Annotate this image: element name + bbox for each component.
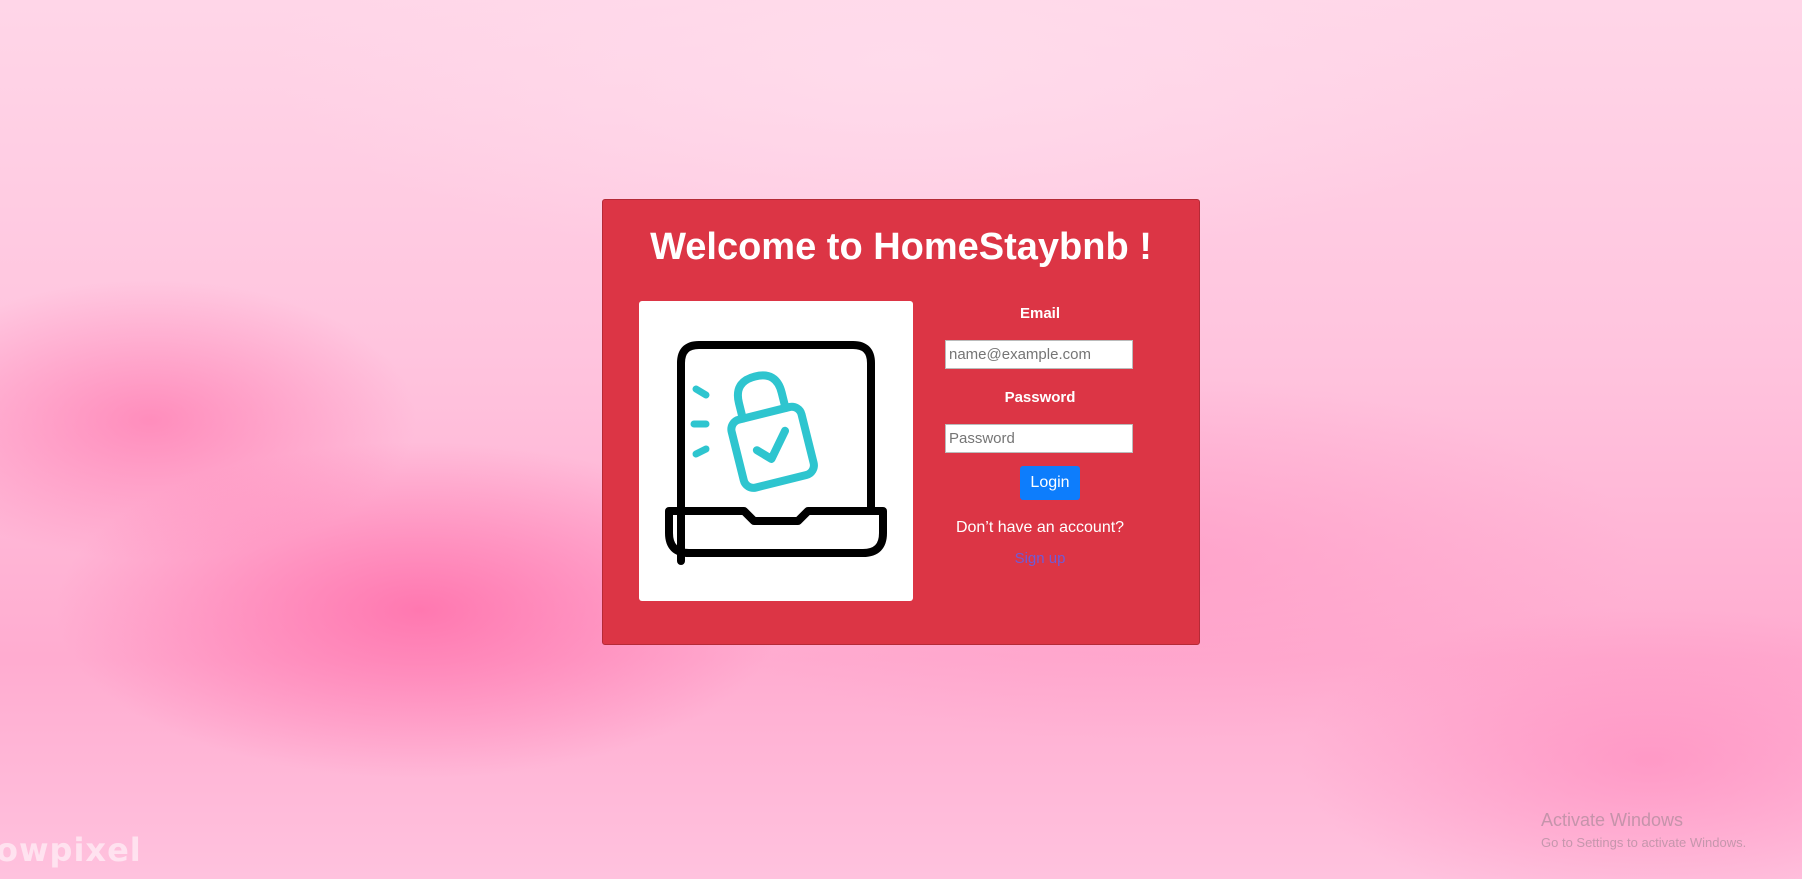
email-field[interactable] xyxy=(945,340,1133,369)
watermark-logo: owpixel xyxy=(0,831,142,869)
login-button[interactable]: Login xyxy=(1020,466,1080,500)
email-label: Email xyxy=(1019,305,1061,322)
illustration-panel xyxy=(639,301,913,601)
activate-title: Activate Windows xyxy=(1541,810,1684,830)
page-title: Welcome to HomeStaybnb ! xyxy=(650,226,1152,268)
activate-subtitle: Go to Settings to activate Windows. xyxy=(1541,835,1747,850)
no-account-text: Don’t have an account? xyxy=(955,519,1125,536)
laptop-lock-icon xyxy=(665,341,887,565)
login-card: Welcome to HomeStaybnb ! Email Password … xyxy=(602,199,1200,645)
signup-link[interactable]: Sign up xyxy=(1015,550,1066,567)
activate-windows-notice: Activate Windows Go to Settings to activ… xyxy=(1541,810,1746,850)
password-label: Password xyxy=(1004,389,1076,406)
password-field[interactable] xyxy=(945,424,1133,453)
login-form: Email Password Login Don’t have an accou… xyxy=(945,301,1135,568)
